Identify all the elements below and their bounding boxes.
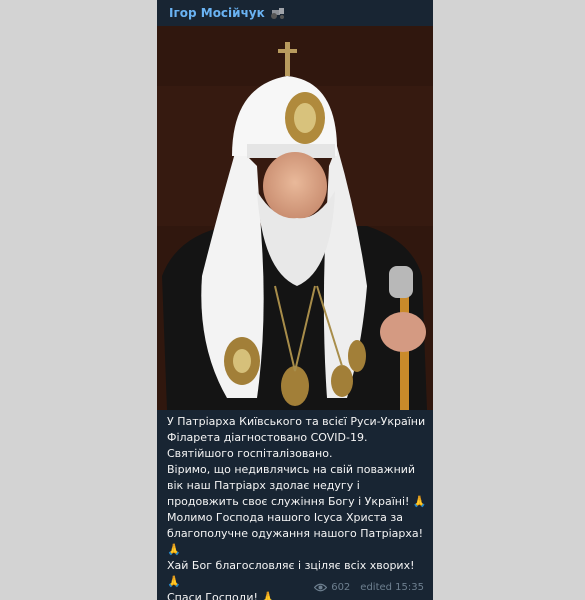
channel-name[interactable]: Ігор Мосійчук	[169, 6, 265, 20]
caption-line: Молимо Господа нашого Ісуса Христа за бл…	[167, 511, 424, 556]
pray-icon: 🙏	[167, 543, 181, 556]
pray-icon: 🙏	[167, 575, 181, 588]
post-meta: 602 edited 15:35	[314, 582, 424, 593]
channel-post: Ігор Мосійчук У Патріарха Київського та …	[157, 0, 433, 600]
post-photo[interactable]	[157, 26, 433, 410]
caption-line: Віримо, що недивлячись на свій поважний …	[167, 463, 427, 508]
caption-line: У Патріарха Київського та всієї Руси-Укр…	[167, 415, 426, 444]
tractor-icon	[270, 8, 284, 19]
edited-timestamp: edited 15:35	[360, 582, 424, 593]
pray-icon: 🙏	[261, 591, 276, 600]
view-count: 602	[331, 582, 351, 593]
post-header[interactable]: Ігор Мосійчук	[157, 0, 433, 26]
pray-icon: 🙏	[412, 495, 427, 508]
post-caption: У Патріарха Київського та всієї Руси-Укр…	[167, 414, 427, 600]
eye-icon	[314, 583, 328, 592]
caption-line: Святійшого госпіталізовано.	[167, 447, 333, 460]
patriarch-photo	[157, 26, 433, 410]
